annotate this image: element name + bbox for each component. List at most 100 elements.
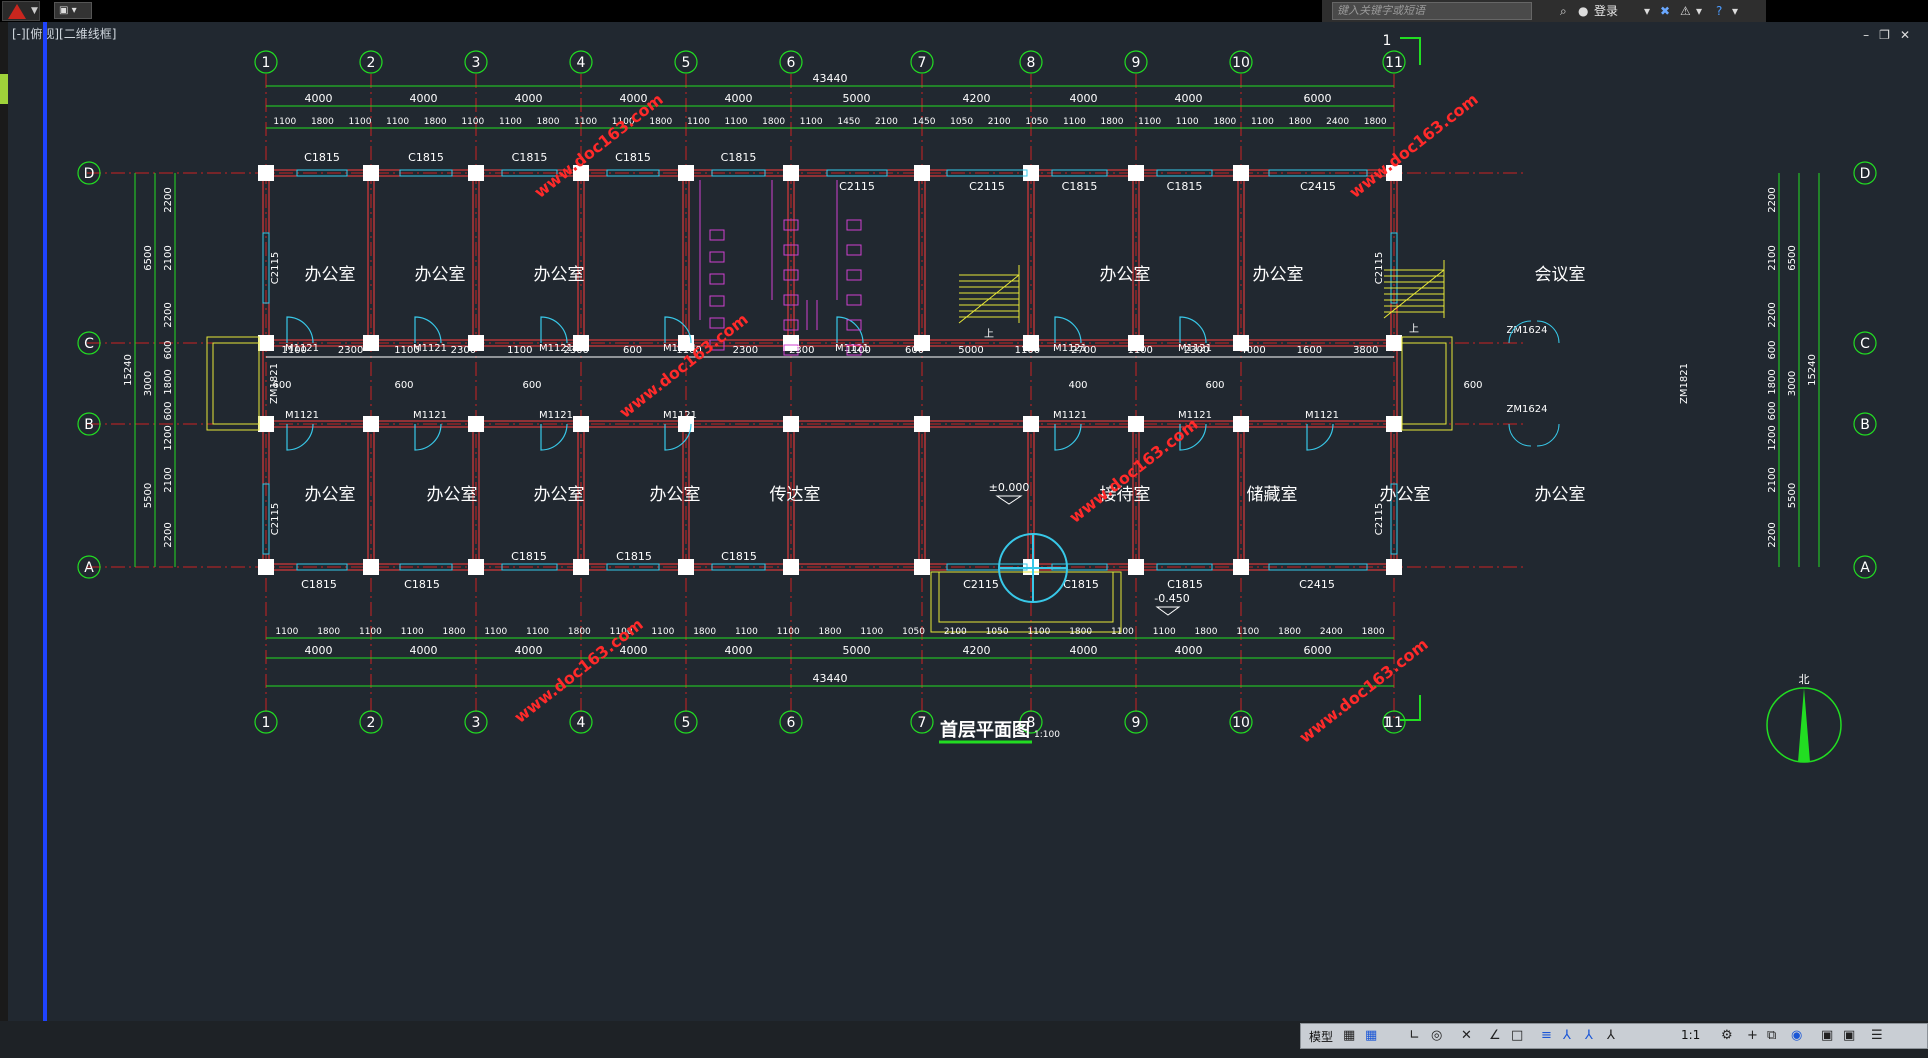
quick-access-toolbar[interactable]: ▣ ▾: [54, 2, 92, 19]
axis-label: 7: [918, 715, 927, 731]
column: [783, 416, 799, 432]
lineweight-icon[interactable]: ≡: [1541, 1028, 1552, 1043]
door-M1121: [1179, 316, 1207, 344]
dimension-text: 1100: [507, 345, 532, 356]
dimension-text: 2300: [563, 345, 588, 356]
window-label: C1815: [304, 151, 340, 164]
dimension-text: 600: [1205, 380, 1224, 391]
dimension-text: 1100: [394, 345, 419, 356]
floor-plan-canvas[interactable]: C1815 C1815 C1815 C1815 C1815C2115 C2115 C1815…: [47, 30, 1927, 1020]
axis-label: B: [1860, 417, 1870, 433]
door-swing: [1054, 316, 1082, 344]
dimension-text: 1100: [281, 345, 306, 356]
auto-scale-icon[interactable]: ⅄: [1585, 1028, 1593, 1043]
workspace-icon[interactable]: ⧉: [1767, 1028, 1776, 1043]
column: [573, 559, 589, 575]
model-tab[interactable]: 模型: [1309, 1028, 1333, 1045]
column: [678, 165, 694, 181]
dynamic-ucs-icon[interactable]: □: [1511, 1028, 1523, 1043]
hardware-icon[interactable]: ▣: [1821, 1028, 1833, 1043]
dimension-text: 1100: [651, 627, 674, 637]
dimension-text: 1100: [1138, 117, 1161, 127]
file-tab-marker[interactable]: [0, 74, 8, 104]
axis-label: 11: [1385, 55, 1403, 71]
dimension-text: 1100: [1027, 627, 1050, 637]
door-M1121: [540, 423, 568, 451]
dimension-text: 1800: [649, 117, 672, 127]
door-label: M1121: [1305, 410, 1339, 421]
axis-label: 5: [682, 715, 691, 731]
login-button[interactable]: 登录: [1594, 2, 1618, 20]
dimension-text: 4000: [1240, 345, 1265, 356]
room-label: 传达室: [770, 485, 821, 505]
dimension-text: 1800: [1362, 627, 1385, 637]
axis-label: 5: [682, 55, 691, 71]
save-icon[interactable]: ▣: [59, 5, 68, 16]
dimension-text: 4000: [1070, 92, 1098, 105]
dimension-text: 15240: [1807, 354, 1818, 386]
room-label: 办公室: [427, 485, 478, 505]
column: [678, 559, 694, 575]
snap-icon[interactable]: ▦: [1365, 1028, 1377, 1043]
osnap-icon[interactable]: ✕: [1461, 1028, 1472, 1043]
door-M1121: [414, 423, 442, 451]
north-label: 北: [1799, 673, 1810, 686]
chevron-down-icon[interactable]: ▾: [1644, 2, 1650, 20]
dimension-text: 600: [623, 345, 642, 356]
clean-screen-icon[interactable]: ▣: [1843, 1028, 1855, 1043]
column: [363, 559, 379, 575]
column: [1023, 416, 1039, 432]
plus-icon[interactable]: +: [1747, 1028, 1758, 1043]
column: [783, 165, 799, 181]
dimension-text: 1800: [819, 627, 842, 637]
customize-icon[interactable]: ☰: [1871, 1028, 1883, 1043]
grid-icon[interactable]: ▦: [1343, 1028, 1355, 1043]
door-swing: [414, 316, 442, 344]
dimension-text: 600: [394, 380, 413, 391]
dimension-text: 600: [1463, 380, 1482, 391]
window-label: C2115: [270, 252, 281, 284]
annotation-visibility-icon[interactable]: ⅄: [1563, 1028, 1571, 1043]
chevron-down-icon[interactable]: ▾: [72, 5, 77, 16]
column: [1128, 165, 1144, 181]
column: [1233, 559, 1249, 575]
binoculars-icon[interactable]: ⌕: [1560, 2, 1567, 20]
dimension-text: 43440: [813, 72, 848, 85]
annotation-icon[interactable]: ⅄: [1607, 1028, 1615, 1043]
column: [363, 416, 379, 432]
dimension-text: 600: [163, 340, 174, 359]
left-tab-strip: [0, 22, 8, 1022]
column: [573, 416, 589, 432]
ortho-icon[interactable]: ∟: [1409, 1028, 1420, 1043]
toilet-fixture: [846, 294, 862, 306]
exchange-icon[interactable]: ✖: [1660, 2, 1670, 20]
user-icon[interactable]: ●: [1578, 2, 1588, 20]
door-swing: [540, 423, 568, 451]
dimension-text: 4000: [515, 92, 543, 105]
app-menu-button[interactable]: ▼: [2, 1, 40, 21]
level-symbol: [1155, 606, 1181, 616]
dimension-text: 2200: [1767, 302, 1778, 327]
annotation-scale[interactable]: 1:1: [1681, 1028, 1700, 1042]
search-input[interactable]: 键入关键字或短语: [1332, 2, 1532, 20]
column: [1386, 416, 1402, 432]
otrack-icon[interactable]: ∠: [1489, 1028, 1501, 1043]
a360-icon[interactable]: ⚠: [1680, 2, 1691, 20]
gear-icon[interactable]: ⚙: [1721, 1028, 1733, 1043]
polar-icon[interactable]: ◎: [1431, 1028, 1442, 1043]
isolate-icon[interactable]: ◉: [1791, 1028, 1802, 1043]
column: [468, 165, 484, 181]
axis-label: 3: [472, 55, 481, 71]
room-label: 办公室: [534, 485, 585, 505]
dimension-text: 1800: [568, 627, 591, 637]
column: [363, 335, 379, 351]
dimension-text: 2100: [163, 467, 174, 492]
infocenter-toolbar: 键入关键字或短语 ⌕ ● 登录 ▾ ✖ ⚠ ▾ ? ▾: [1322, 0, 1766, 22]
axis-label: 6: [787, 715, 796, 731]
column: [1233, 416, 1249, 432]
help-icon[interactable]: ?: [1716, 2, 1722, 20]
chevron-down-icon[interactable]: ▾: [1696, 2, 1702, 20]
dimension-text: 1800: [1101, 117, 1124, 127]
room-label: 储藏室: [1247, 485, 1298, 505]
chevron-down-icon[interactable]: ▾: [1732, 2, 1738, 20]
